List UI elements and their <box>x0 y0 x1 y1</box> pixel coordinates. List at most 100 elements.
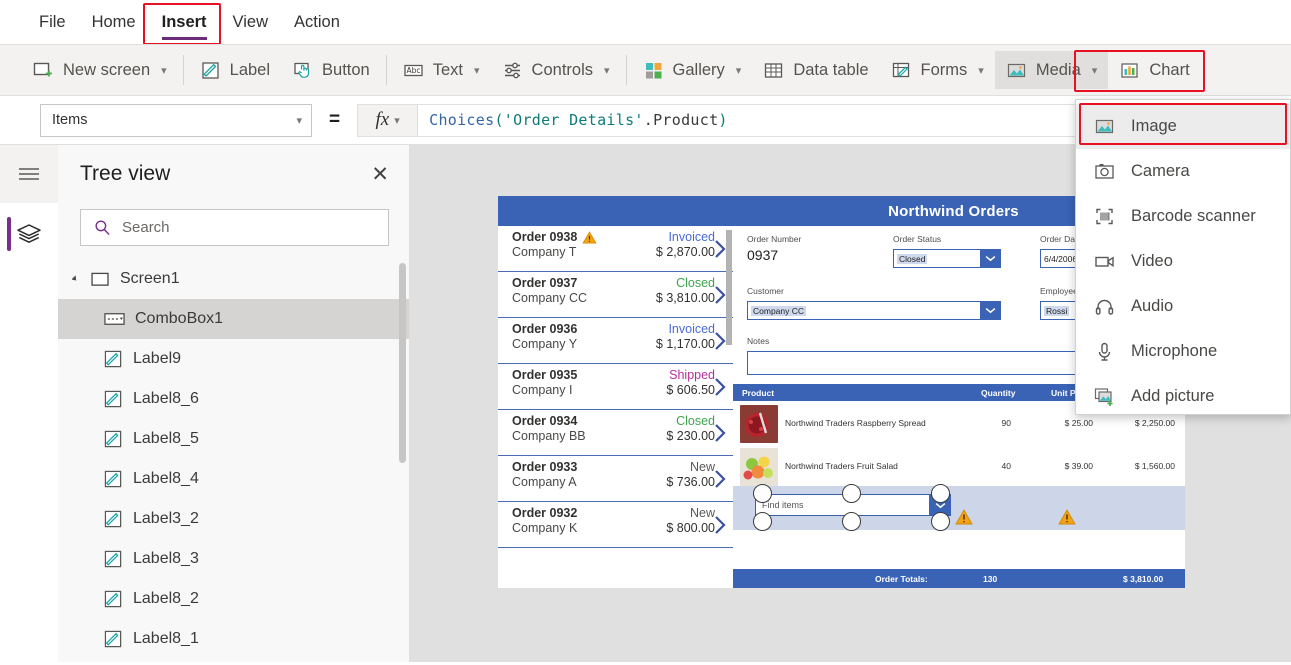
chevron-right-icon[interactable] <box>713 284 727 306</box>
tree-node-label8-2[interactable]: Label8_2 <box>58 579 409 619</box>
expand-triangle-icon[interactable] <box>71 274 81 284</box>
order-status: New <box>689 460 715 474</box>
media-menu-item-audio[interactable]: Audio <box>1076 284 1290 329</box>
ribbon-gallery-button[interactable]: Gallery ▾ <box>632 51 753 89</box>
menu-item-view[interactable]: View <box>220 7 281 38</box>
media-dropdown-menu: Image Camera Barcode scanner Video Audio… <box>1075 99 1291 415</box>
tree-node-label9[interactable]: Label9 <box>58 339 409 379</box>
chevron-right-icon[interactable] <box>713 514 727 536</box>
tree-node-label: Label8_1 <box>133 630 199 647</box>
tree-scrollbar-thumb[interactable] <box>399 263 406 463</box>
gallery-order-row[interactable]: Order 0937 Company CC Closed $ 3,810.00 <box>498 272 733 318</box>
gallery-order-row[interactable]: Order 0935 Company I Shipped $ 606.50 <box>498 364 733 410</box>
menu-item-insert[interactable]: Insert <box>149 7 220 40</box>
ribbon-chart-button[interactable]: Chart <box>1108 51 1200 89</box>
order-title-row: Order 0933 <box>512 460 666 474</box>
tree-node-combobox1[interactable]: ComboBox1 <box>58 299 409 339</box>
ribbon-new-screen-button[interactable]: New screen ▾ <box>22 51 178 89</box>
gallery-order-row[interactable]: Order 0932 Company K New $ 800.00 <box>498 502 733 548</box>
fx-button[interactable]: fx ▾ <box>357 103 419 137</box>
product-total: $ 2,250.00 <box>1134 418 1175 428</box>
chevron-right-icon[interactable] <box>713 238 727 260</box>
menu-item-insert-label: Insert <box>161 12 207 31</box>
chevron-right-icon[interactable] <box>713 330 727 352</box>
tree-node-label3-2[interactable]: Label3_2 <box>58 499 409 539</box>
gallery-order-row[interactable]: Order 0938 Company T Invoiced $ 2,870.00 <box>498 226 733 272</box>
order-status: New <box>689 506 715 520</box>
chevron-down-icon[interactable] <box>980 301 1001 320</box>
resize-handle-top-left[interactable] <box>753 484 772 503</box>
chevron-right-icon[interactable] <box>713 468 727 490</box>
media-menu-item-image[interactable]: Image <box>1076 104 1290 149</box>
media-menu-item-label: Audio <box>1131 297 1174 315</box>
search-input[interactable]: Search <box>80 209 389 246</box>
product-table-row[interactable]: Northwind Traders Fruit Salad 40 $ 39.00… <box>733 444 1185 490</box>
tree-node-label8-1[interactable]: Label8_1 <box>58 619 409 659</box>
menu-item-action[interactable]: Action <box>281 7 353 38</box>
ribbon-forms-button[interactable]: Forms ▾ <box>880 51 995 89</box>
property-selector-dropdown[interactable]: Items ▾ <box>40 103 312 137</box>
ribbon-controls-button[interactable]: Controls ▾ <box>491 51 621 89</box>
fruit-salad-thumbnail <box>740 448 778 486</box>
ribbon-media-button[interactable]: Media ▾ <box>994 51 1109 89</box>
company-name: Company I <box>512 383 573 397</box>
tree-node-screen1[interactable]: Screen1 <box>58 259 409 299</box>
order-info: Order 0936 Company Y <box>512 322 656 351</box>
ribbon-media-label: Media <box>1035 60 1081 79</box>
chart-icon <box>1119 60 1140 81</box>
customer-dropdown[interactable]: Company CC <box>747 301 1001 320</box>
product-name: Northwind Traders Fruit Salad <box>785 461 898 471</box>
label-icon <box>104 550 123 569</box>
tree-node-label: ComboBox1 <box>135 310 224 327</box>
ribbon-button-button[interactable]: Button <box>281 51 381 89</box>
media-menu-item-add-picture[interactable]: Add picture <box>1076 374 1290 419</box>
chevron-down-icon: ▾ <box>474 64 480 77</box>
resize-handle-top-right[interactable] <box>931 484 950 503</box>
resize-handle-bottom-right[interactable] <box>931 512 950 531</box>
chevron-right-icon[interactable] <box>713 376 727 398</box>
media-menu-item-label: Barcode scanner <box>1131 207 1256 225</box>
company-name: Company K <box>512 521 578 535</box>
left-icon-rail <box>0 145 58 662</box>
ribbon-text-button[interactable]: Abc Text ▾ <box>392 51 491 89</box>
hamburger-menu-button[interactable] <box>0 145 58 203</box>
text-icon: Abc <box>403 60 424 81</box>
ribbon-divider <box>182 55 184 85</box>
resize-handle-bottom-center[interactable] <box>842 512 861 531</box>
field-value: Closed <box>897 253 928 264</box>
search-placeholder: Search <box>122 219 170 236</box>
menu-item-home[interactable]: Home <box>79 7 149 38</box>
property-selector-value: Items <box>52 112 88 128</box>
tree-view-rail-button[interactable] <box>0 203 58 265</box>
gallery-order-row[interactable]: Order 0936 Company Y Invoiced $ 1,170.00 <box>498 318 733 364</box>
gallery-order-row[interactable]: Order 0933 Company A New $ 736.00 <box>498 456 733 502</box>
resize-handle-top-center[interactable] <box>842 484 861 503</box>
tree-node-label8-5[interactable]: Label8_5 <box>58 419 409 459</box>
svg-text:Abc: Abc <box>406 66 420 75</box>
ribbon-forms-label: Forms <box>920 60 968 79</box>
ribbon-data-table-button[interactable]: Data table <box>752 51 879 89</box>
label-icon <box>104 630 123 649</box>
order-status: Shipped <box>669 368 715 382</box>
gallery-scrollbar-thumb[interactable] <box>726 230 732 345</box>
raspberry-spread-thumbnail <box>740 405 778 443</box>
media-menu-item-video[interactable]: Video <box>1076 239 1290 284</box>
forms-icon <box>891 60 912 81</box>
gallery-order-row[interactable]: Order 0934 Company BB Closed $ 230.00 <box>498 410 733 456</box>
chevron-right-icon[interactable] <box>713 422 727 444</box>
order-status-dropdown[interactable]: Closed <box>893 249 1001 268</box>
tree-node-label8-3[interactable]: Label8_3 <box>58 539 409 579</box>
media-menu-item-camera[interactable]: Camera <box>1076 149 1290 194</box>
media-menu-item-microphone[interactable]: Microphone <box>1076 329 1290 374</box>
gallery-scrollbar[interactable] <box>726 226 732 526</box>
menu-item-file[interactable]: File <box>26 7 79 38</box>
order-amount: $ 736.00 <box>666 475 715 489</box>
resize-handle-bottom-left[interactable] <box>753 512 772 531</box>
product-quantity: 90 <box>1001 418 1011 428</box>
tree-node-label8-6[interactable]: Label8_6 <box>58 379 409 419</box>
media-menu-item-barcode-scanner[interactable]: Barcode scanner <box>1076 194 1290 239</box>
tree-node-label8-4[interactable]: Label8_4 <box>58 459 409 499</box>
close-icon[interactable]: ✕ <box>371 164 389 185</box>
ribbon-label-button[interactable]: Label <box>189 51 281 89</box>
chevron-down-icon[interactable] <box>980 249 1001 268</box>
